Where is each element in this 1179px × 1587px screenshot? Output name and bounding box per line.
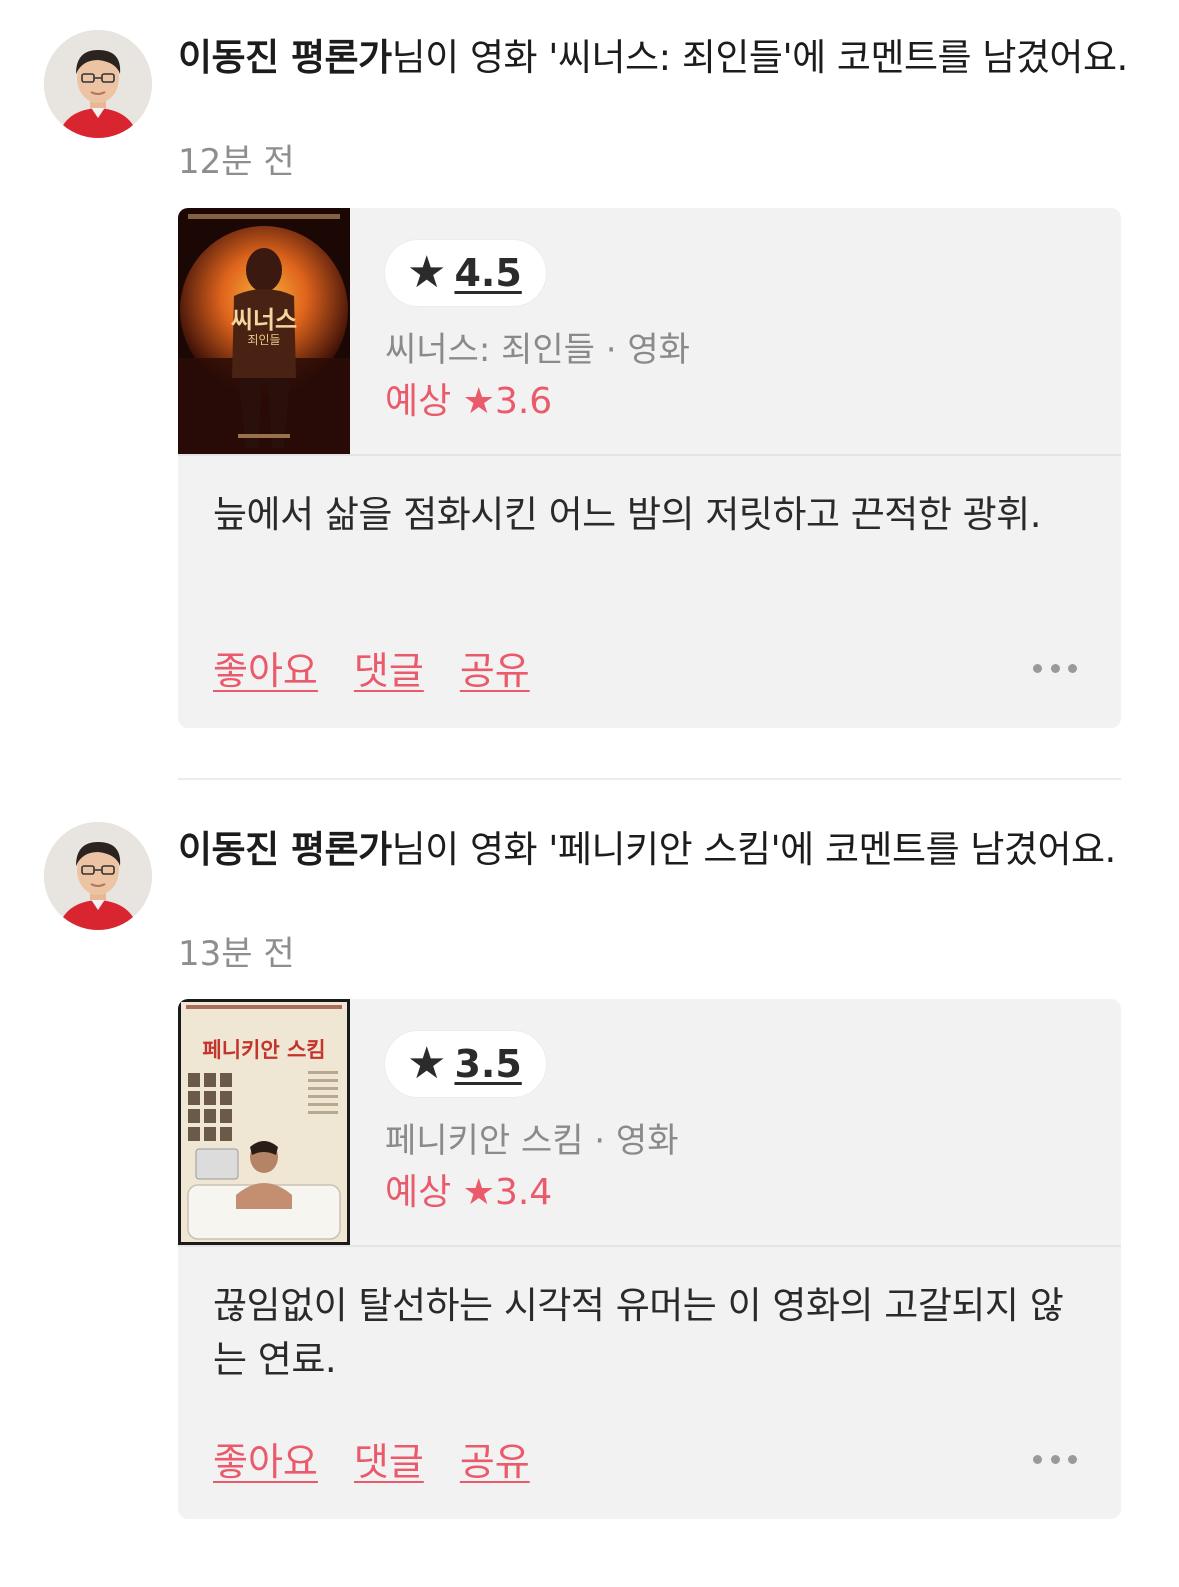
avatar[interactable] xyxy=(44,822,152,930)
comment-button[interactable]: 댓글 xyxy=(354,640,424,695)
headline-text: 님이 영화 '페니키안 스킴'에 코멘트를 남겼어요. xyxy=(391,828,1117,871)
expected-rating: 예상 ★3.6 xyxy=(385,381,553,422)
feed-headline: 이동진 평론가님이 영화 '씨너스: 죄인들'에 코멘트를 남겼어요. xyxy=(178,32,1128,84)
like-button[interactable]: 좋아요 xyxy=(213,640,318,695)
my-rating-badge[interactable]: ★ 4.5 xyxy=(385,240,546,306)
rating-value: 3.5 xyxy=(454,1042,522,1086)
like-button[interactable]: 좋아요 xyxy=(213,1431,318,1486)
rating-value: 4.5 xyxy=(454,251,522,295)
share-button[interactable]: 공유 xyxy=(460,640,530,695)
movie-poster[interactable]: 씨너스 죄인들 xyxy=(178,208,350,454)
action-bar: 좋아요 댓글 공유 xyxy=(213,640,530,695)
comment-button[interactable]: 댓글 xyxy=(354,1431,424,1486)
movie-meta[interactable]: 페니키안 스킴 · 영화 xyxy=(385,1119,678,1163)
card-divider xyxy=(178,1245,1121,1247)
author-name[interactable]: 이동진 평론가 xyxy=(178,36,392,79)
poster-subtitle: 죄인들 xyxy=(247,333,280,347)
more-options-icon[interactable] xyxy=(1033,1439,1077,1479)
action-bar: 좋아요 댓글 공유 xyxy=(213,1431,530,1486)
star-icon: ★ xyxy=(407,1038,447,1089)
timestamp: 12분 전 xyxy=(178,142,295,182)
feed-separator xyxy=(178,778,1121,780)
feed-headline: 이동진 평론가님이 영화 '페니키안 스킴'에 코멘트를 남겼어요. xyxy=(178,824,1128,876)
comment-text[interactable]: 끊임없이 탈선하는 시각적 유머는 이 영화의 고갈되지 않는 연료. xyxy=(213,1279,1083,1387)
movie-meta[interactable]: 씨너스: 죄인들 · 영화 xyxy=(385,328,690,372)
comment-card[interactable]: 씨너스 죄인들 ★ 4.5 씨너스: 죄인들 · 영화 예상 ★3.6 늪에서 … xyxy=(178,208,1121,728)
card-divider xyxy=(178,454,1121,456)
headline-text: 님이 영화 '씨너스: 죄인들'에 코멘트를 남겼어요. xyxy=(391,36,1129,79)
timestamp: 13분 전 xyxy=(178,934,295,974)
author-name[interactable]: 이동진 평론가 xyxy=(178,828,392,871)
expected-rating: 예상 ★3.4 xyxy=(385,1172,553,1213)
more-options-icon[interactable] xyxy=(1033,648,1077,688)
comment-text[interactable]: 늪에서 삶을 점화시킨 어느 밤의 저릿하고 끈적한 광휘. xyxy=(213,488,1083,542)
star-icon: ★ xyxy=(407,247,447,298)
movie-poster[interactable]: 페니키안 스킴 xyxy=(178,999,350,1245)
poster-title: 씨너스 xyxy=(231,306,297,334)
comment-card[interactable]: 페니키안 스킴 ★ 3.5 페니키안 스킴 · 영화 예상 ★3.4 끊임없이 … xyxy=(178,999,1121,1519)
my-rating-badge[interactable]: ★ 3.5 xyxy=(385,1031,546,1097)
avatar[interactable] xyxy=(44,30,152,138)
share-button[interactable]: 공유 xyxy=(460,1431,530,1486)
poster-title: 페니키안 스킴 xyxy=(202,1038,325,1062)
